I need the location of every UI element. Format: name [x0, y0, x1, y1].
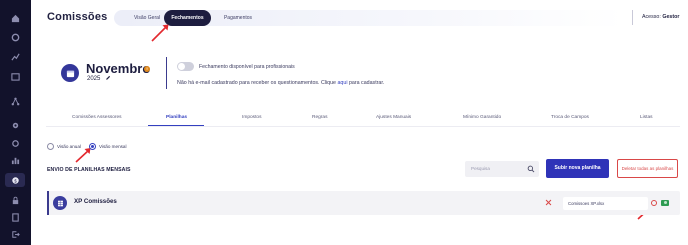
delete-all-sheets-button[interactable]: Deletar todas as planilhas — [617, 159, 678, 178]
search-icon[interactable] — [527, 165, 535, 173]
access-level: Acesso: Gestor — [642, 14, 679, 20]
radio-visao-mensal[interactable] — [89, 143, 96, 150]
gear-icon[interactable] — [8, 119, 22, 131]
gear-small-icon[interactable] — [8, 137, 22, 149]
sheet-row-accent — [47, 191, 49, 215]
search-input[interactable]: Pesquisa — [465, 161, 539, 177]
tab-pagamentos[interactable]: Pagamentos — [215, 10, 261, 26]
info-text-start: Não há e-mail cadastrado para receber os… — [177, 80, 336, 86]
search-placeholder: Pesquisa — [471, 166, 490, 171]
subtab-impostos[interactable]: Impostos — [242, 115, 261, 120]
settings-icon[interactable] — [8, 31, 22, 43]
subtab-ajustes-manuais[interactable]: Ajustes Manuais — [376, 115, 411, 120]
document-icon[interactable] — [8, 211, 22, 223]
calendar-icon — [66, 70, 74, 77]
email-info-text: Não há e-mail cadastrado para receber os… — [177, 80, 384, 86]
remove-file-icon[interactable] — [651, 200, 657, 206]
page-title: Comissões — [47, 11, 108, 23]
access-value: Gestor — [662, 14, 680, 20]
subtab-listas[interactable]: Listas — [640, 115, 653, 120]
lock-icon[interactable] — [8, 194, 22, 206]
commissions-icon[interactable]: $ — [5, 173, 25, 187]
calendar-icon-badge — [61, 64, 79, 82]
availability-toggle[interactable] — [177, 62, 194, 71]
radio-visao-anual-label: Visão anual — [57, 144, 81, 149]
upload-sheet-button[interactable]: Subir nova planilha — [546, 159, 609, 178]
subtabs-divider — [46, 126, 680, 127]
radio-visao-mensal-label: Visão mensal — [99, 144, 127, 149]
section-title: ENVIO DE PLANILHAS MENSAIS — [47, 167, 131, 173]
file-name: Comissoes XP.xlsx — [568, 201, 605, 206]
subtab-planilhas[interactable]: Planilhas — [166, 115, 187, 120]
logout-icon[interactable] — [8, 228, 22, 240]
edit-icon[interactable] — [105, 75, 111, 81]
toggle-knob — [178, 63, 185, 70]
section-divider — [166, 57, 167, 89]
sheet-file[interactable]: Comissoes XP.xlsx — [563, 197, 648, 210]
top-tabs: Visão Geral Fechamentos Pagamentos — [114, 10, 624, 26]
calendar-icon[interactable] — [8, 70, 22, 82]
header-divider — [632, 10, 633, 25]
sheet-icon-badge — [53, 196, 67, 210]
subtab-regras[interactable]: Regras — [312, 115, 327, 120]
info-text-end: para cadastrar. — [348, 80, 385, 86]
period-year: 2025 — [87, 76, 101, 82]
spreadsheet-icon — [57, 200, 63, 206]
toggle-label: Fechamento disponível para profissionais — [199, 64, 295, 70]
annotation-arrow-tab — [151, 24, 169, 42]
register-email-link[interactable]: aqui — [337, 80, 347, 86]
sidebar: $ — [0, 0, 31, 245]
close-icon[interactable] — [545, 199, 552, 206]
money-icon[interactable] — [661, 200, 669, 206]
network-icon[interactable] — [8, 95, 22, 107]
subtab-minimo-garantido[interactable]: Mínimo Garantido — [463, 115, 501, 120]
radio-visao-anual[interactable] — [47, 143, 54, 150]
access-label: Acesso: — [642, 14, 661, 20]
warning-icon[interactable]: ! — [144, 66, 150, 72]
bar-chart-icon[interactable] — [8, 154, 22, 166]
period-month: Novembro — [86, 61, 151, 76]
home-icon[interactable] — [8, 12, 22, 24]
sheet-name: XP Comissões — [74, 198, 117, 205]
subtab-troca-de-campos[interactable]: Troca de Campos — [551, 115, 589, 120]
subtab-comissoes-assessores[interactable]: Comissões Assessores — [72, 115, 122, 120]
active-subtab-indicator — [148, 125, 204, 126]
chart-icon[interactable] — [8, 50, 22, 62]
